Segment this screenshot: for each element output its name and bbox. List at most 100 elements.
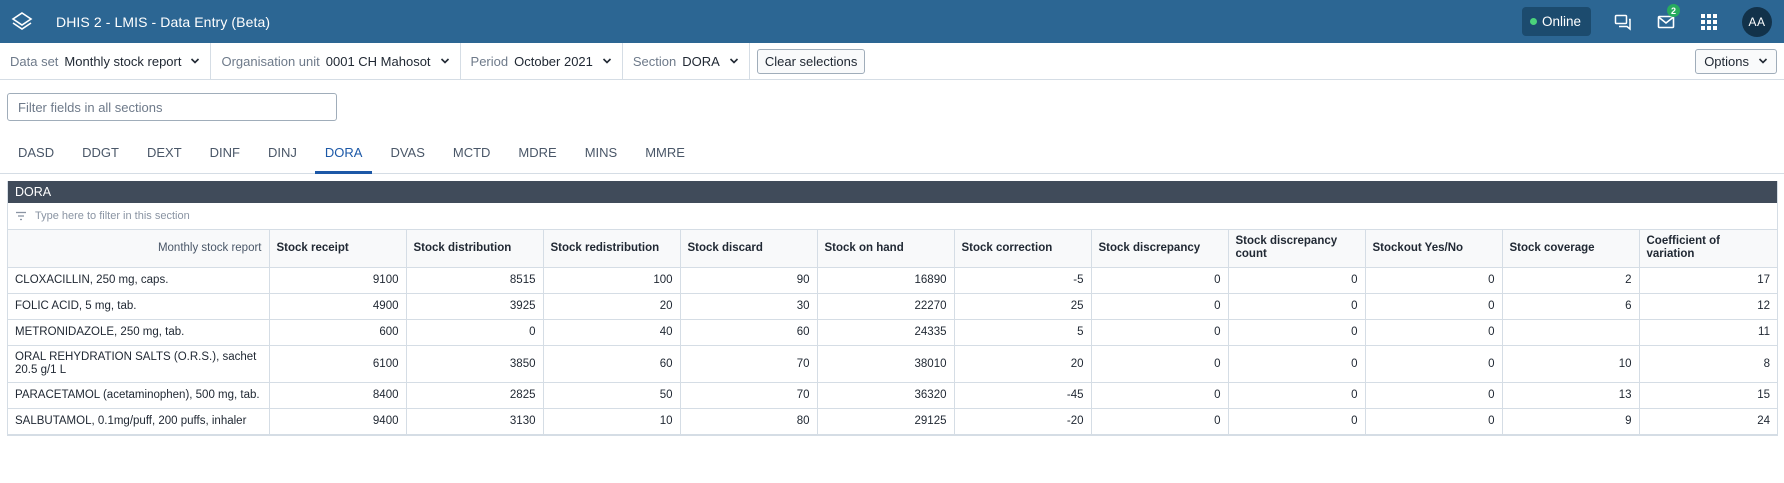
data-value-cell[interactable]: 16890 (817, 267, 955, 294)
interpretations-button[interactable] (1601, 0, 1644, 43)
data-value-cell[interactable]: 0 (1365, 267, 1503, 294)
data-value-cell[interactable]: 38010 (817, 345, 955, 383)
data-value-cell[interactable]: 9100 (269, 267, 407, 294)
period-value: October 2021 (514, 53, 593, 69)
chat-icon (1614, 14, 1631, 31)
options-button[interactable]: Options (1695, 48, 1777, 74)
data-value-cell[interactable]: 0 (1365, 319, 1503, 346)
tab-dext[interactable]: DEXT (137, 131, 192, 173)
data-value-cell[interactable]: 0 (1228, 319, 1366, 346)
data-value-cell[interactable]: 3925 (406, 293, 544, 320)
data-value-cell[interactable]: 0 (1091, 267, 1229, 294)
online-status-label: Online (1541, 14, 1581, 29)
data-value-cell[interactable]: 0 (1228, 382, 1366, 409)
data-value-cell[interactable]: 22270 (817, 293, 955, 320)
tab-mdre[interactable]: MDRE (508, 131, 566, 173)
data-value-cell[interactable]: 25 (954, 293, 1092, 320)
tab-dinf[interactable]: DINF (200, 131, 250, 173)
data-value-cell[interactable]: 70 (680, 345, 818, 383)
data-value-cell[interactable]: 10 (1502, 345, 1640, 383)
data-value-cell[interactable]: 0 (1365, 382, 1503, 409)
data-value-cell[interactable]: 4900 (269, 293, 407, 320)
filter-icon (15, 211, 27, 221)
data-value-cell[interactable]: 36320 (817, 382, 955, 409)
data-value-cell[interactable]: 6100 (269, 345, 407, 383)
data-value-cell[interactable]: 0 (1091, 293, 1229, 320)
data-value-cell[interactable]: 0 (1091, 345, 1229, 383)
data-value-cell[interactable]: 9 (1502, 408, 1640, 435)
data-value-cell[interactable]: 0 (1091, 319, 1229, 346)
data-value-cell[interactable]: 8515 (406, 267, 544, 294)
data-value-cell[interactable]: 60 (543, 345, 681, 383)
data-value-cell[interactable]: 12 (1639, 293, 1777, 320)
tab-dasd[interactable]: DASD (8, 131, 64, 173)
data-value-cell[interactable]: 0 (1091, 382, 1229, 409)
data-value-cell[interactable]: 80 (680, 408, 818, 435)
row-label: PARACETAMOL (acetaminophen), 500 mg, tab… (8, 382, 270, 409)
data-value-cell[interactable]: 2 (1502, 267, 1640, 294)
data-value-cell[interactable]: -45 (954, 382, 1092, 409)
data-value-cell[interactable]: 20 (954, 345, 1092, 383)
tab-dinj[interactable]: DINJ (258, 131, 307, 173)
data-value-cell[interactable]: -20 (954, 408, 1092, 435)
column-header: Stock distribution (406, 230, 544, 268)
app-title: DHIS 2 - LMIS - Data Entry (Beta) (56, 13, 271, 30)
data-value-cell[interactable]: 8 (1639, 345, 1777, 383)
data-value-cell[interactable]: 13 (1502, 382, 1640, 409)
data-value-cell[interactable]: 3130 (406, 408, 544, 435)
data-value-cell[interactable]: 0 (406, 319, 544, 346)
data-value-cell[interactable]: 40 (543, 319, 681, 346)
period-selector[interactable]: Period October 2021 (461, 42, 623, 80)
data-value-cell[interactable]: 24 (1639, 408, 1777, 435)
data-value-cell[interactable]: 0 (1228, 345, 1366, 383)
data-value-cell[interactable]: 11 (1639, 319, 1777, 346)
data-value-cell[interactable] (1502, 319, 1640, 346)
user-avatar[interactable]: AA (1742, 6, 1772, 37)
filter-all-sections-input[interactable] (7, 93, 337, 121)
data-value-cell[interactable]: 0 (1228, 293, 1366, 320)
data-value-cell[interactable]: 15 (1639, 382, 1777, 409)
data-value-cell[interactable]: 20 (543, 293, 681, 320)
data-value-cell[interactable]: 8400 (269, 382, 407, 409)
data-value-cell[interactable]: 17 (1639, 267, 1777, 294)
data-value-cell[interactable]: 50 (543, 382, 681, 409)
section-selector[interactable]: Section DORA (623, 42, 750, 80)
data-value-cell[interactable]: 0 (1365, 408, 1503, 435)
data-value-cell[interactable]: 2825 (406, 382, 544, 409)
tab-mctd[interactable]: MCTD (443, 131, 501, 173)
section-tabs: DASD DDGT DEXT DINF DINJ DORA DVAS MCTD MDRE MINS… (0, 132, 1784, 174)
orgunit-label: Organisation unit (221, 53, 320, 69)
tab-dvas[interactable]: DVAS (380, 131, 434, 173)
data-value-cell[interactable]: 0 (1228, 267, 1366, 294)
data-value-cell[interactable]: 90 (680, 267, 818, 294)
data-value-cell[interactable]: 9400 (269, 408, 407, 435)
apps-menu-button[interactable] (1687, 0, 1730, 43)
data-value-cell[interactable]: 0 (1365, 345, 1503, 383)
data-value-cell[interactable]: -5 (954, 267, 1092, 294)
data-value-cell[interactable]: 29125 (817, 408, 955, 435)
data-value-cell[interactable]: 60 (680, 319, 818, 346)
dhis2-logo-icon[interactable] (2, 0, 42, 43)
data-value-cell[interactable]: 30 (680, 293, 818, 320)
data-value-cell[interactable]: 600 (269, 319, 407, 346)
data-value-cell[interactable]: 3850 (406, 345, 544, 383)
section-filter-input[interactable]: Type here to filter in this section (8, 203, 1777, 230)
messages-button[interactable]: 2 (1644, 0, 1687, 43)
data-value-cell[interactable]: 10 (543, 408, 681, 435)
tab-mmre[interactable]: MMRE (635, 131, 695, 173)
tab-mins[interactable]: MINS (575, 131, 628, 173)
tab-ddgt[interactable]: DDGT (72, 131, 129, 173)
dataset-selector[interactable]: Data set Monthly stock report (0, 42, 212, 80)
data-value-cell[interactable]: 0 (1091, 408, 1229, 435)
orgunit-selector[interactable]: Organisation unit 0001 CH Mahosot (211, 42, 461, 80)
data-value-cell[interactable]: 100 (543, 267, 681, 294)
data-value-cell[interactable]: 0 (1365, 293, 1503, 320)
clear-selections-button[interactable]: Clear selections (756, 48, 866, 74)
data-value-cell[interactable]: 5 (954, 319, 1092, 346)
data-value-cell[interactable]: 6 (1502, 293, 1640, 320)
data-value-cell[interactable]: 70 (680, 382, 818, 409)
tab-dora[interactable]: DORA (314, 131, 373, 174)
data-value-cell[interactable]: 0 (1228, 408, 1366, 435)
data-value-cell[interactable]: 24335 (817, 319, 955, 346)
apps-grid-icon (1700, 13, 1717, 30)
